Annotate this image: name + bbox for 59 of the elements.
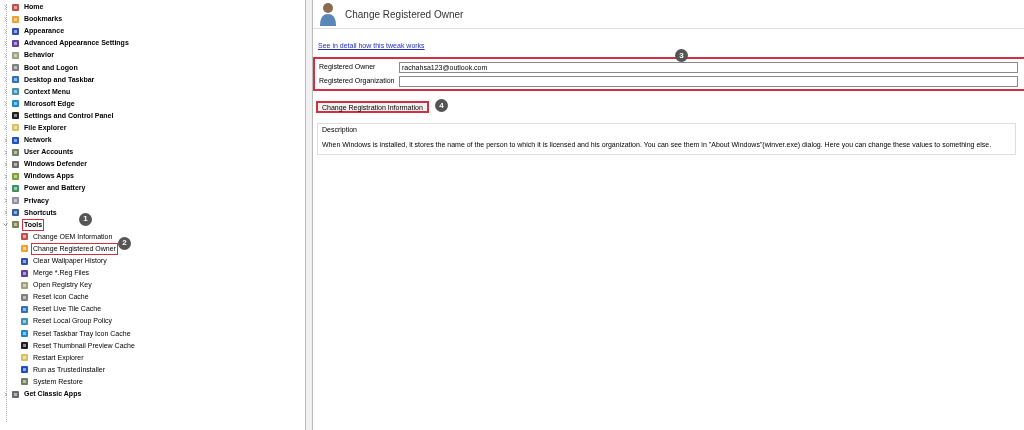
- text-field[interactable]: [399, 75, 1018, 87]
- tile-icon: [20, 268, 29, 278]
- expand-chevron-icon[interactable]: [3, 89, 8, 95]
- tile-icon: [20, 329, 29, 339]
- tile-icon: [11, 389, 20, 399]
- tile-icon: [20, 341, 29, 351]
- tile-icon: [11, 50, 20, 60]
- tile-icon: [11, 99, 20, 109]
- expand-chevron-icon[interactable]: [3, 137, 8, 143]
- tile-icon: [11, 220, 20, 230]
- tile-icon: [11, 87, 20, 97]
- step-badge: 4: [435, 99, 448, 112]
- expand-chevron-icon[interactable]: [3, 101, 8, 107]
- tile-icon: [20, 256, 29, 266]
- expand-chevron-icon[interactable]: [3, 125, 8, 131]
- expand-chevron-icon[interactable]: [3, 198, 8, 204]
- tile-icon: [11, 26, 20, 36]
- tile-icon: [11, 159, 20, 169]
- tile-icon: [11, 38, 20, 48]
- step-badge: 1: [79, 212, 92, 226]
- tile-icon: [20, 292, 29, 302]
- tile-icon: [11, 196, 20, 206]
- step-badge: 3: [675, 49, 688, 62]
- expand-chevron-icon[interactable]: [3, 173, 8, 179]
- tile-icon: [20, 353, 29, 363]
- tile-icon: [20, 232, 29, 242]
- expand-chevron-icon[interactable]: [3, 77, 8, 83]
- tile-icon: [11, 135, 20, 145]
- step-badge: 2: [118, 236, 131, 250]
- person-icon: [319, 2, 337, 26]
- expand-chevron-icon[interactable]: [3, 149, 8, 155]
- tile-icon: [11, 183, 20, 193]
- expand-chevron-icon[interactable]: [3, 161, 8, 167]
- tile-icon: [20, 317, 29, 326]
- expand-chevron-icon[interactable]: [3, 52, 8, 58]
- tile-icon: [11, 171, 20, 181]
- expand-chevron-icon[interactable]: [3, 185, 8, 191]
- tile-icon: [11, 123, 20, 133]
- tile-icon: [20, 280, 29, 290]
- expand-chevron-icon[interactable]: [3, 210, 8, 216]
- expand-chevron-icon[interactable]: [3, 16, 8, 22]
- tile-icon: [11, 14, 20, 24]
- tile-icon: [11, 147, 20, 157]
- tile-icon: [20, 244, 29, 254]
- collapse-chevron-icon[interactable]: [3, 222, 8, 228]
- tile-icon: [20, 365, 29, 375]
- expand-chevron-icon[interactable]: [3, 40, 8, 46]
- expand-chevron-icon[interactable]: [3, 4, 8, 10]
- tile-icon: [11, 63, 20, 72]
- tile-icon: [11, 75, 20, 85]
- tile-icon: [11, 111, 20, 121]
- tile-icon: [20, 377, 29, 387]
- tile-icon: [11, 208, 20, 218]
- expand-chevron-icon[interactable]: [3, 391, 8, 397]
- expand-chevron-icon[interactable]: [3, 65, 8, 70]
- expand-chevron-icon[interactable]: [3, 28, 8, 34]
- expand-chevron-icon[interactable]: [3, 113, 8, 119]
- panel-title: Change Registered Owner: [345, 7, 464, 22]
- tile-icon: [20, 304, 29, 314]
